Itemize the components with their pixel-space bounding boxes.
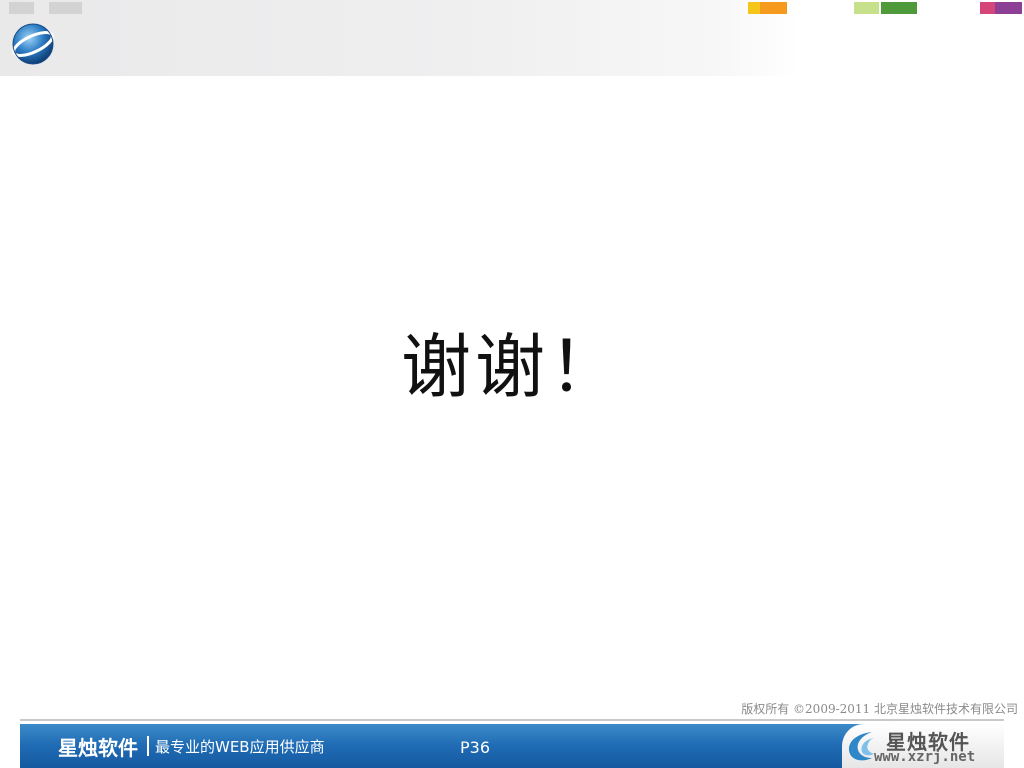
header-tab-left: [9, 2, 34, 14]
footer-separator: [147, 736, 149, 756]
swatch-green: [881, 2, 917, 14]
footer-logo: 星烛软件 www.xzrj.net: [842, 724, 1004, 768]
copyright-notice: 版权所有 ©2009-2011 北京星烛软件技术有限公司: [741, 702, 1018, 716]
page-number: P36: [460, 738, 491, 757]
swatch-purple: [995, 2, 1022, 14]
swatch-green-light: [854, 2, 879, 14]
footer-divider: [20, 719, 1004, 721]
footer-slogan: 最专业的WEB应用供应商: [155, 738, 325, 756]
swatch-yellow-light: [748, 2, 760, 14]
slide-title: 谢谢！: [401, 326, 623, 408]
swirl-logo-icon: [848, 732, 874, 761]
swatch-orange: [760, 2, 787, 14]
header-tab-right: [49, 2, 82, 14]
globe-orbit-icon: [12, 23, 54, 65]
slide-header: [0, 0, 1024, 76]
swatch-pink: [980, 2, 995, 14]
footer-logo-url: www.xzrj.net: [874, 749, 976, 765]
slide-footer: 星烛软件 最专业的WEB应用供应商 P36 星烛软件 www.xzrj.net: [20, 724, 1004, 768]
footer-brand: 星烛软件: [58, 736, 138, 760]
